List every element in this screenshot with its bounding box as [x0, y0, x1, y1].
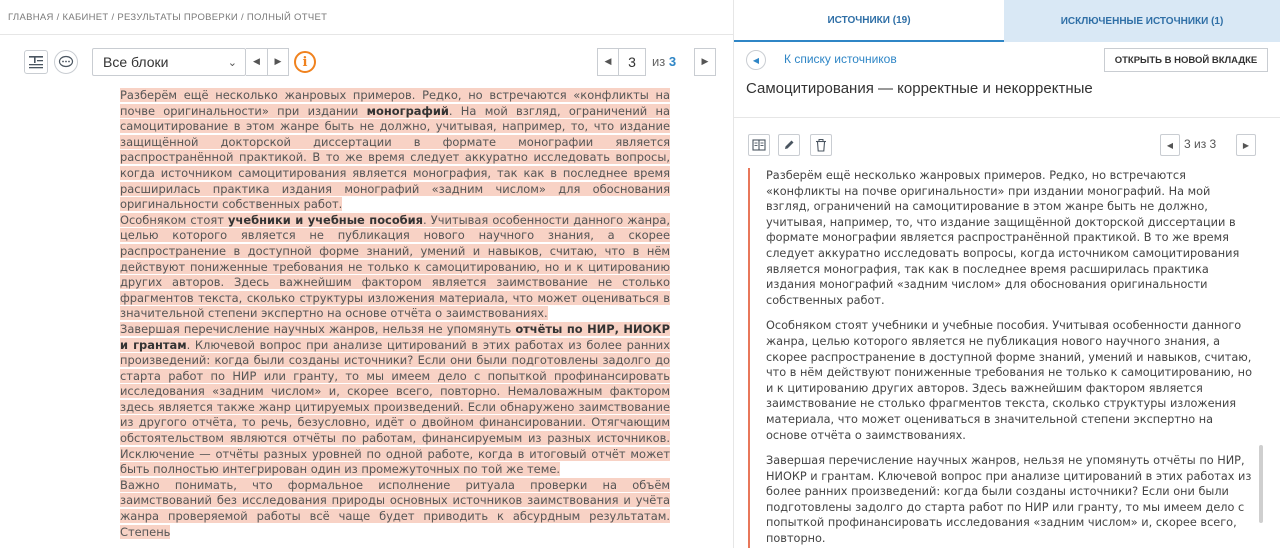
- book-icon: [752, 139, 766, 151]
- tab-sources[interactable]: ИСТОЧНИКИ (19): [734, 0, 1004, 42]
- report-page: ГЛАВНАЯ / КАБИНЕТ / РЕЗУЛЬТАТЫ ПРОВЕРКИ …: [0, 0, 1280, 548]
- trash-icon: [816, 138, 826, 152]
- edit-button[interactable]: [778, 134, 800, 156]
- bold-term: монографий: [366, 103, 449, 118]
- document-text: Разберём ещё несколько жанровых примеров…: [120, 88, 671, 540]
- document-toolbar: Все блоки ⌄ ◀ ▶ i ◀ 3 из 3 ▶: [0, 46, 734, 78]
- source-text: Разберём ещё несколько жанровых примеров…: [748, 168, 1260, 548]
- back-button[interactable]: ◀: [746, 50, 766, 70]
- source-paragraph: Разберём ещё несколько жанровых примеров…: [766, 169, 1240, 307]
- highlighted-text[interactable]: Особняком стоят учебники и учебные пособ…: [120, 212, 670, 321]
- document-panel: ГЛАВНАЯ / КАБИНЕТ / РЕЗУЛЬТАТЫ ПРОВЕРКИ …: [0, 0, 734, 548]
- bold-term: отчёты по НИР, НИОКР и грантам: [120, 321, 671, 352]
- back-to-sources-link[interactable]: К списку источников: [784, 52, 897, 66]
- highlighted-text[interactable]: Важно понимать, что формальное исполнени…: [120, 477, 670, 539]
- delete-button[interactable]: [810, 134, 832, 156]
- breadcrumb[interactable]: ГЛАВНАЯ / КАБИНЕТ / РЕЗУЛЬТАТЫ ПРОВЕРКИ …: [8, 12, 327, 23]
- match-counter: 3 из 3: [1184, 137, 1217, 151]
- highlighted-text[interactable]: Разберём ещё несколько жанровых примеров…: [120, 88, 670, 212]
- open-in-new-tab-button[interactable]: ОТКРЫТЬ В НОВОЙ ВКЛАДКЕ: [1104, 48, 1268, 72]
- document-paragraph: Важно понимать, что формальное исполнени…: [120, 477, 670, 540]
- divider: [0, 34, 734, 35]
- document-paragraph: Особняком стоят учебники и учебные пособ…: [120, 212, 670, 322]
- comments-button[interactable]: [54, 50, 78, 74]
- chevron-left-icon: ◀: [752, 55, 760, 65]
- chevron-down-icon: ⌄: [227, 57, 237, 69]
- source-title: Самоцитирования — корректные и некоррект…: [746, 80, 1093, 97]
- sources-panel: ИСТОЧНИКИ (19) ИСКЛЮЧЕННЫЕ ИСТОЧНИКИ (1)…: [734, 0, 1280, 548]
- page-prev-button[interactable]: ◀: [597, 48, 619, 76]
- block-prev-button[interactable]: ◀: [246, 48, 268, 76]
- text-view-icon: [29, 56, 43, 69]
- block-select[interactable]: Все блоки ⌄: [92, 48, 246, 76]
- page-of-text: из: [652, 54, 666, 69]
- match-prev-button[interactable]: ◀: [1160, 134, 1180, 156]
- info-icon[interactable]: i: [294, 51, 316, 73]
- page-number-input[interactable]: 3: [618, 48, 646, 76]
- source-paragraph: Особняком стоят учебники и учебные пособ…: [766, 319, 1252, 442]
- tab-sources-label: ИСТОЧНИКИ (19): [827, 14, 911, 26]
- document-paragraph: Завершая перечисление научных жанров, не…: [120, 321, 671, 478]
- highlighted-text[interactable]: Завершая перечисление научных жанров, не…: [120, 321, 671, 477]
- block-select-value: Все блоки: [103, 54, 169, 70]
- scrollbar[interactable]: [1259, 445, 1263, 523]
- block-next-button[interactable]: ▶: [267, 48, 289, 76]
- tab-excluded-label: ИСКЛЮЧЕННЫЕ ИСТОЧНИКИ (1): [1060, 15, 1224, 27]
- comments-icon: [58, 55, 74, 68]
- tab-excluded-sources[interactable]: ИСКЛЮЧЕННЫЕ ИСТОЧНИКИ (1): [1004, 0, 1280, 42]
- page-total-label: из 3: [652, 54, 676, 69]
- document-paragraph: Разберём ещё несколько жанровых примеров…: [120, 88, 670, 213]
- book-button[interactable]: [748, 134, 770, 156]
- page-next-button[interactable]: ▶: [694, 48, 716, 76]
- bold-term: учебники и учебные пособия: [228, 212, 424, 227]
- match-next-button[interactable]: ▶: [1236, 134, 1256, 156]
- source-paragraph: Завершая перечисление научных жанров, не…: [766, 454, 1252, 546]
- pencil-icon: [785, 140, 794, 149]
- text-view-button[interactable]: [24, 50, 48, 74]
- divider: [734, 117, 1280, 118]
- page-total: 3: [668, 54, 677, 69]
